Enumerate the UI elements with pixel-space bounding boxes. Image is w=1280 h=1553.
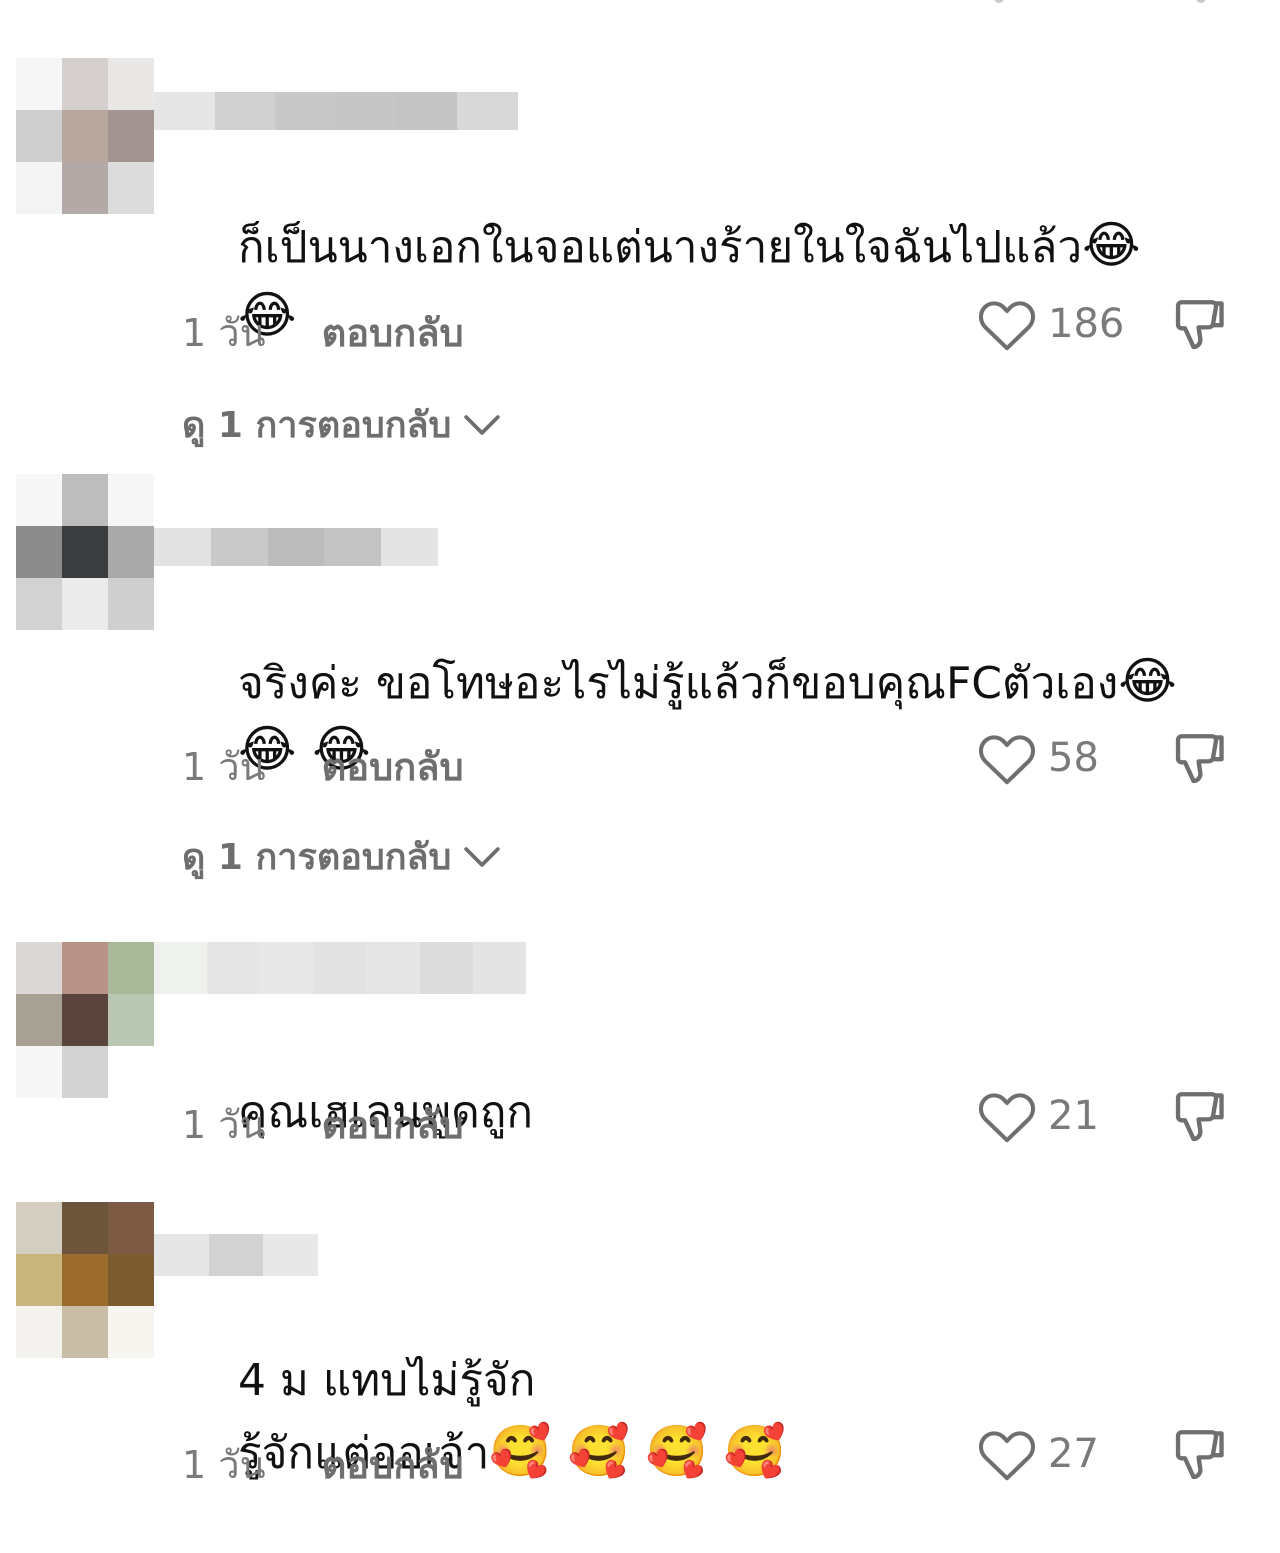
thumbs-down-outline-icon [1175,734,1224,784]
dislike-button[interactable] [1172,728,1230,792]
thumbs-down-outline-icon [1175,1092,1224,1142]
like-count: 186 [1048,301,1125,347]
like-count: 21 [1048,1093,1099,1139]
like-button[interactable]: 186 [976,296,1124,352]
comment-meta: 1 วัน ตอบกลับ [182,1094,464,1155]
heart-outline-icon [978,301,1036,351]
username[interactable] [154,1234,319,1276]
dislike-button[interactable] [1172,1424,1230,1488]
timestamp: 1 วัน [182,1443,266,1487]
reply-button[interactable]: ตอบกลับ [322,1094,464,1155]
reply-button[interactable]: ตอบกลับ [322,1434,464,1495]
dislike-button[interactable] [1172,294,1230,358]
comment-meta: 1 วัน ตอบกลับ [182,302,464,363]
smiling-face-with-hearts-emoji: 🥰 🥰 🥰 🥰 [489,1422,787,1480]
dislike-button[interactable] [1172,1086,1230,1150]
previous-comment-edge [0,0,1280,8]
chevron-down-icon [464,846,501,867]
username[interactable] [154,528,438,566]
timestamp: 1 วัน [182,311,266,355]
heart-outline-icon [978,735,1036,785]
like-button[interactable]: 58 [976,730,1099,786]
comment-meta: 1 วัน ตอบกลับ [182,1434,464,1495]
view-replies-button[interactable]: ดู 1 การตอบกลับ [182,828,501,885]
username[interactable] [154,92,519,130]
reply-button[interactable]: ตอบกลับ [322,736,464,797]
like-count: 58 [1048,735,1099,781]
timestamp: 1 วัน [182,745,266,789]
chevron-down-icon [464,414,501,435]
heart-outline-icon [978,1093,1036,1143]
like-count: 27 [1048,1431,1099,1477]
avatar[interactable] [16,58,154,214]
comment-meta: 1 วัน ตอบกลับ [182,736,464,797]
thumbs-down-outline-icon [1175,1430,1224,1480]
avatar[interactable] [16,1202,154,1358]
username[interactable] [154,942,526,994]
avatar[interactable] [16,474,154,630]
heart-outline-icon [978,1431,1036,1481]
view-replies-button[interactable]: ดู 1 การตอบกลับ [182,396,501,453]
thumbs-down-outline-icon [1175,300,1224,350]
timestamp: 1 วัน [182,1103,266,1147]
like-button[interactable]: 27 [976,1426,1099,1482]
reply-button[interactable]: ตอบกลับ [322,302,464,363]
like-button[interactable]: 21 [976,1088,1099,1144]
avatar[interactable] [16,942,154,1098]
